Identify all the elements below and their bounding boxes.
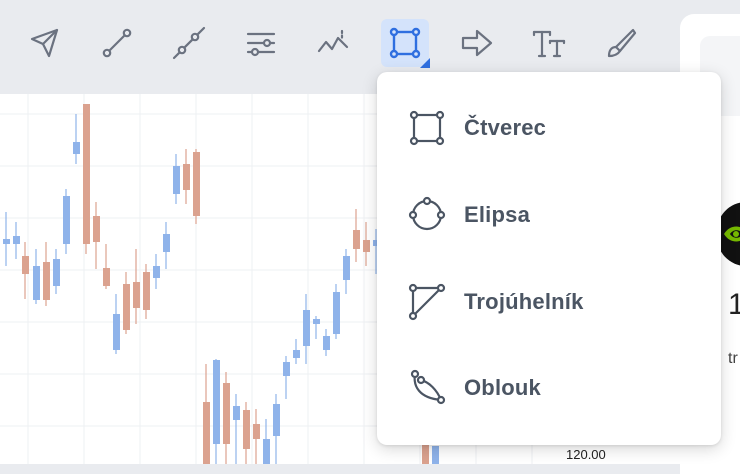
candle-body [133,282,140,308]
pattern-tool-button[interactable] [308,18,358,68]
candle-body [63,196,70,244]
parallel-channel-icon [246,32,276,57]
menu-item-ellipse[interactable]: Elipsa [377,172,721,258]
triangle-shape-icon [407,282,447,322]
line-tool-icon [102,28,132,58]
candle-body [293,350,300,358]
candle-body [103,268,110,286]
line-tool-button[interactable] [92,18,142,68]
pattern-tool-icon [317,29,349,53]
arrow-tool-button[interactable] [452,18,502,68]
candle-body [223,383,230,444]
panel-subtext: tr [728,350,738,367]
brush-tool-icon [607,28,637,58]
candle-body [333,292,340,334]
candle-body [73,142,80,154]
candle-body [243,410,250,449]
brush-tool-button[interactable] [596,18,646,68]
menu-item-label: Oblouk [464,375,541,400]
candle-body [203,402,210,464]
arrow-tool-icon [461,29,493,57]
ray-tool-icon [172,26,206,60]
menu-item-triangle[interactable]: Trojúhelník [377,259,721,345]
panel-value: 1 [728,288,740,321]
candle-body [343,256,350,280]
candle-body [163,234,170,252]
text-tool-icon [532,30,566,58]
candle-body [233,406,240,420]
cursor-tool-button[interactable] [20,18,70,68]
candle-body [83,104,90,244]
candle-body [53,259,60,286]
menu-item-arc[interactable]: Oblouk [377,345,721,431]
candle-body [123,284,130,330]
cursor-arrow-icon [30,28,59,58]
candle-body [113,314,120,350]
candle-body [363,240,370,252]
candle-body [3,239,10,244]
candle-body [422,444,429,464]
candle-body [143,272,150,310]
candle-body [183,164,190,190]
candle-body [263,439,270,464]
candle-body [213,360,220,444]
logo-eye-icon [724,226,740,242]
candle-body [303,310,310,346]
candle-body [43,262,50,300]
menu-item-square[interactable]: Čtverec [377,85,721,171]
parallel-channel-button[interactable] [236,18,286,68]
candle-body [283,362,290,376]
candle-body [253,424,260,439]
menu-item-label: Trojúhelník [464,289,584,314]
price-axis-label: 120.00 [566,447,606,462]
candle-body [323,336,330,350]
shapes-tool-icon [389,27,421,59]
shapes-tool-button[interactable] [381,19,430,68]
candle-body [432,446,439,464]
candle-body [153,266,160,278]
ellipse-shape-icon [407,195,447,235]
candle-body [13,236,20,244]
candle-body [33,266,40,300]
arc-shape-icon [407,368,447,408]
ray-tool-button[interactable] [164,18,214,68]
candle-body [93,216,100,242]
candle-body [353,230,360,249]
submenu-indicator [420,58,430,68]
candle-body [193,152,200,216]
menu-item-label: Čtverec [464,115,547,140]
text-tool-button[interactable] [524,18,574,68]
square-shape-icon [407,108,447,148]
shapes-dropdown-menu: Čtverec Elipsa Trojúhelník Oblouk [377,72,721,445]
candle-body [22,256,29,274]
menu-item-label: Elipsa [464,202,531,227]
candle-body [273,404,280,436]
candle-body [313,319,320,324]
candle-body [173,166,180,194]
